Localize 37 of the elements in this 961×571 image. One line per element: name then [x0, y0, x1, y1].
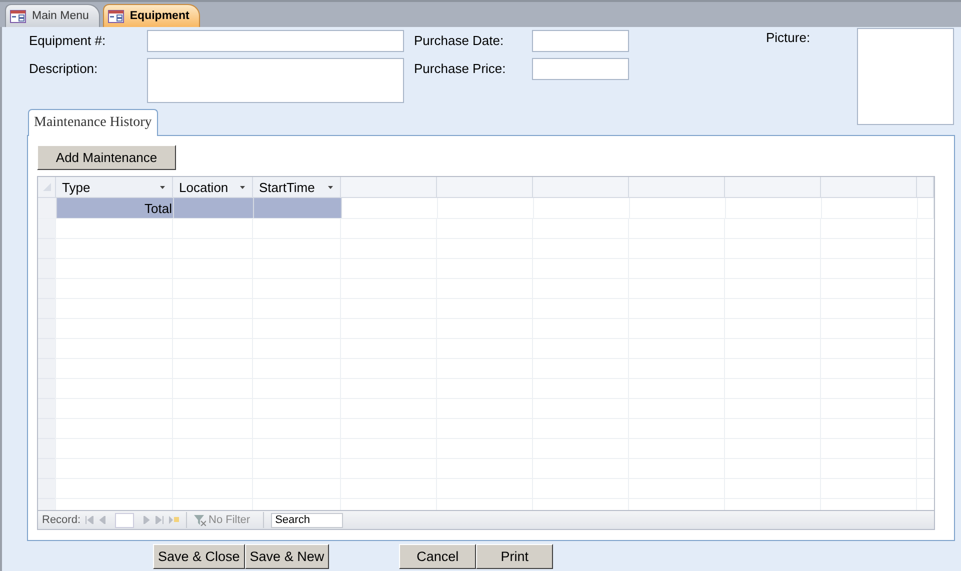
record-number-field[interactable] [114, 512, 134, 528]
form-icon [108, 10, 124, 22]
form-button[interactable]: Print [476, 544, 554, 569]
search-field[interactable]: Search [271, 512, 344, 528]
field-label: Equipment #: [29, 32, 107, 48]
select-all-icon [42, 183, 50, 191]
dropdown-arrow-icon [328, 186, 333, 188]
form-icon [10, 10, 26, 22]
form-button[interactable]: Save & New [244, 544, 330, 569]
form-button[interactable]: Cancel [399, 544, 476, 569]
field-label: Picture: [766, 29, 812, 47]
document-tab[interactable]: Main Menu [5, 4, 100, 27]
text-field[interactable] [532, 30, 629, 52]
form-button[interactable]: Save & Close [153, 544, 245, 569]
subform-tab[interactable]: Maintenance History [28, 109, 158, 136]
column-header[interactable]: Type [56, 177, 173, 197]
row-selector[interactable] [38, 198, 57, 218]
dropdown-arrow-icon [240, 186, 245, 188]
field-label: Description: [29, 60, 99, 76]
column-header[interactable]: StartTime [253, 177, 341, 197]
field-label: Purchase Price: [414, 60, 507, 76]
previous-record-icon[interactable] [98, 516, 107, 524]
document-tab[interactable]: Equipment [102, 4, 200, 27]
new-record-icon[interactable] [168, 516, 179, 524]
column-header[interactable]: Location [173, 177, 253, 197]
filter-icon [194, 514, 206, 526]
total-label: Total [57, 198, 174, 218]
field-label: Purchase Date: [414, 32, 505, 48]
text-field[interactable] [147, 30, 404, 52]
dropdown-arrow-icon [160, 186, 165, 188]
last-record-icon[interactable] [154, 516, 164, 524]
next-record-icon[interactable] [142, 516, 151, 524]
add-maintenance-button[interactable]: Add Maintenance [37, 145, 176, 170]
first-record-icon[interactable] [84, 516, 94, 524]
text-field[interactable] [147, 58, 404, 103]
text-field[interactable] [532, 58, 629, 80]
record-label: Record: [42, 514, 81, 526]
